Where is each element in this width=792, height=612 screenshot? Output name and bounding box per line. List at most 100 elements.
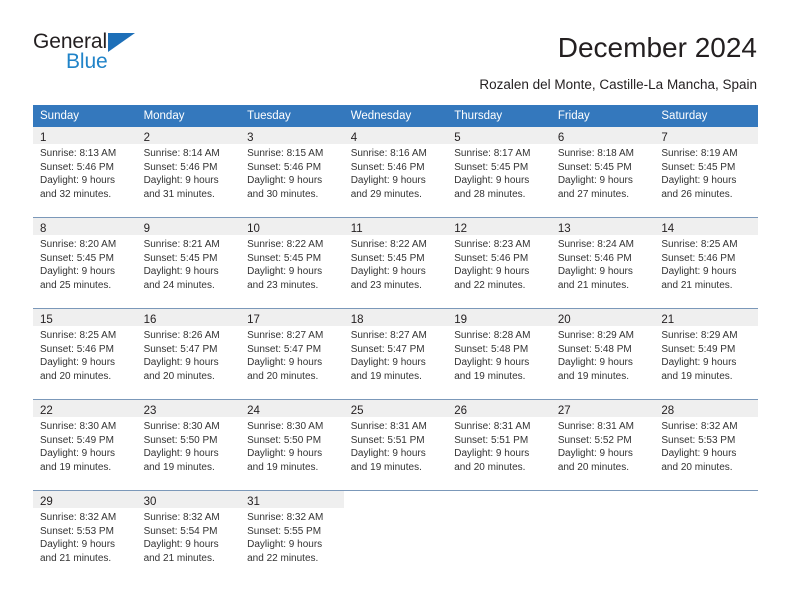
calendar-cell-day-29: 29 Sunrise: 8:32 AM Sunset: 5:53 PM Dayligh… <box>33 490 137 581</box>
empty-day-cell <box>343 491 448 581</box>
daylight-text-line2: and 31 minutes. <box>143 188 215 200</box>
daylight-text-line1: Daylight: 9 hours <box>40 539 116 550</box>
day-number: 12 <box>454 223 468 235</box>
day-cell[interactable]: 13 Sunrise: 8:24 AM Sunset: 5:46 PM Dayligh… <box>550 218 655 308</box>
day-number: 18 <box>350 314 364 326</box>
day-cell[interactable]: 6 Sunrise: 8:18 AM Sunset: 5:45 PM Daylight… <box>550 127 655 217</box>
day-cell[interactable]: 15 Sunrise: 8:25 AM Sunset: 5:46 PM Dayligh… <box>33 309 137 399</box>
daylight-text-line1: Daylight: 9 hours <box>247 448 323 459</box>
calendar-body: 1 Sunrise: 8:13 AM Sunset: 5:46 PM Daylight… <box>33 127 758 581</box>
daylight-text-line1: Daylight: 9 hours <box>661 175 737 186</box>
calendar-cell-day-25: 25 Sunrise: 8:31 AM Sunset: 5:51 PM Dayligh… <box>343 399 448 491</box>
day-cell[interactable]: 31 Sunrise: 8:32 AM Sunset: 5:55 PM Dayligh… <box>240 491 344 581</box>
day-number: 23 <box>143 405 157 417</box>
sunset-text: Sunset: 5:51 PM <box>454 434 529 446</box>
daylight-text-line1: Daylight: 9 hours <box>40 357 116 368</box>
sunset-text: Sunset: 5:47 PM <box>350 343 425 355</box>
calendar-cell-day-17: 17 Sunrise: 8:27 AM Sunset: 5:47 PM Dayligh… <box>240 308 344 400</box>
daylight-text-line2: and 21 minutes. <box>40 552 112 564</box>
daylight-text-line2: and 23 minutes. <box>350 279 422 291</box>
day-cell[interactable]: 30 Sunrise: 8:32 AM Sunset: 5:54 PM Dayligh… <box>136 491 241 581</box>
calendar-cell-day-28: 28 Sunrise: 8:32 AM Sunset: 5:53 PM Dayligh… <box>654 399 758 491</box>
day-number-bar: 26 <box>447 400 551 417</box>
daylight-text-line2: and 19 minutes. <box>454 370 526 382</box>
day-cell[interactable]: 27 Sunrise: 8:31 AM Sunset: 5:52 PM Dayligh… <box>550 400 655 490</box>
day-cell[interactable]: 1 Sunrise: 8:13 AM Sunset: 5:46 PM Daylight… <box>33 127 137 217</box>
daylight-text-line2: and 20 minutes. <box>454 461 526 473</box>
day-number-bar: 3 <box>240 127 344 144</box>
sunset-text: Sunset: 5:53 PM <box>40 525 114 537</box>
day-cell[interactable]: 11 Sunrise: 8:22 AM Sunset: 5:45 PM Dayligh… <box>343 218 448 308</box>
daylight-text-line1: Daylight: 9 hours <box>247 175 323 186</box>
day-cell[interactable]: 20 Sunrise: 8:29 AM Sunset: 5:48 PM Dayligh… <box>550 309 655 399</box>
day-cell[interactable]: 3 Sunrise: 8:15 AM Sunset: 5:46 PM Daylight… <box>240 127 344 217</box>
day-cell[interactable]: 23 Sunrise: 8:30 AM Sunset: 5:50 PM Dayligh… <box>136 400 241 490</box>
day-number: 11 <box>350 223 363 235</box>
day-number-bar: 10 <box>240 218 344 235</box>
day-number: 4 <box>350 132 358 144</box>
day-cell[interactable]: 14 Sunrise: 8:25 AM Sunset: 5:46 PM Dayligh… <box>654 218 758 308</box>
day-cell[interactable]: 10 Sunrise: 8:22 AM Sunset: 5:45 PM Dayligh… <box>240 218 344 308</box>
day-number-bar: 23 <box>136 400 241 417</box>
day-cell[interactable]: 8 Sunrise: 8:20 AM Sunset: 5:45 PM Daylight… <box>33 218 137 308</box>
sunrise-text: Sunrise: 8:32 AM <box>661 421 738 432</box>
daylight-text-line1: Daylight: 9 hours <box>350 266 426 277</box>
daylight-text-line2: and 25 minutes. <box>40 279 112 291</box>
calendar-page: General Blue December 2024 Rozalen del M… <box>0 0 792 612</box>
sunrise-text: Sunrise: 8:18 AM <box>557 148 634 159</box>
day-cell[interactable]: 9 Sunrise: 8:21 AM Sunset: 5:45 PM Daylight… <box>136 218 241 308</box>
calendar-cell-day-27: 27 Sunrise: 8:31 AM Sunset: 5:52 PM Dayligh… <box>550 399 655 491</box>
sunset-text: Sunset: 5:46 PM <box>143 161 218 173</box>
sunrise-text: Sunrise: 8:14 AM <box>143 148 220 159</box>
day-cell[interactable]: 16 Sunrise: 8:26 AM Sunset: 5:47 PM Dayligh… <box>136 309 241 399</box>
day-cell[interactable]: 17 Sunrise: 8:27 AM Sunset: 5:47 PM Dayligh… <box>240 309 344 399</box>
day-cell[interactable]: 2 Sunrise: 8:14 AM Sunset: 5:46 PM Daylight… <box>136 127 241 217</box>
sunrise-text: Sunrise: 8:31 AM <box>557 421 634 432</box>
daylight-text-line2: and 22 minutes. <box>454 279 526 291</box>
day-details: Sunrise: 8:30 AM Sunset: 5:49 PM Daylight:… <box>33 417 137 474</box>
day-cell[interactable]: 4 Sunrise: 8:16 AM Sunset: 5:46 PM Daylight… <box>343 127 448 217</box>
day-number-bar: 14 <box>654 218 758 235</box>
day-cell[interactable]: 28 Sunrise: 8:32 AM Sunset: 5:53 PM Dayligh… <box>654 400 758 490</box>
day-number-bar: 21 <box>654 309 758 326</box>
sunrise-text: Sunrise: 8:29 AM <box>661 330 738 341</box>
daylight-text-line2: and 20 minutes. <box>247 370 319 382</box>
day-cell[interactable]: 5 Sunrise: 8:17 AM Sunset: 5:45 PM Daylight… <box>447 127 551 217</box>
weekday-header-monday: Monday <box>136 105 241 127</box>
calendar-cell-day-6: 6 Sunrise: 8:18 AM Sunset: 5:45 PM Daylight… <box>550 127 655 218</box>
sunset-text: Sunset: 5:45 PM <box>247 252 322 264</box>
day-cell[interactable]: 12 Sunrise: 8:23 AM Sunset: 5:46 PM Dayligh… <box>447 218 551 308</box>
day-details: Sunrise: 8:32 AM Sunset: 5:53 PM Daylight:… <box>33 508 137 565</box>
day-number-bar: 19 <box>447 309 551 326</box>
calendar-week-row: 1 Sunrise: 8:13 AM Sunset: 5:46 PM Daylight… <box>33 127 758 218</box>
day-cell[interactable]: 21 Sunrise: 8:29 AM Sunset: 5:49 PM Dayligh… <box>654 309 758 399</box>
sunrise-text: Sunrise: 8:20 AM <box>40 239 117 250</box>
daylight-text-line2: and 20 minutes. <box>40 370 112 382</box>
sunset-text: Sunset: 5:55 PM <box>247 525 322 537</box>
weekday-header-wednesday: Wednesday <box>343 105 448 127</box>
daylight-text-line1: Daylight: 9 hours <box>454 448 530 459</box>
day-details: Sunrise: 8:13 AM Sunset: 5:46 PM Daylight:… <box>33 144 137 201</box>
day-details: Sunrise: 8:31 AM Sunset: 5:51 PM Daylight:… <box>447 417 551 474</box>
day-cell[interactable]: 18 Sunrise: 8:27 AM Sunset: 5:47 PM Dayligh… <box>343 309 448 399</box>
day-details: Sunrise: 8:29 AM Sunset: 5:49 PM Daylight:… <box>654 326 758 383</box>
day-cell[interactable]: 26 Sunrise: 8:31 AM Sunset: 5:51 PM Dayligh… <box>447 400 551 490</box>
day-number-bar: 7 <box>654 127 758 144</box>
day-cell[interactable]: 24 Sunrise: 8:30 AM Sunset: 5:50 PM Dayligh… <box>240 400 344 490</box>
general-blue-logo[interactable]: General Blue <box>33 30 213 78</box>
day-cell[interactable]: 29 Sunrise: 8:32 AM Sunset: 5:53 PM Dayligh… <box>33 491 137 581</box>
day-details: Sunrise: 8:28 AM Sunset: 5:48 PM Daylight:… <box>447 326 551 383</box>
daylight-text-line2: and 19 minutes. <box>350 370 422 382</box>
day-number-bar: 4 <box>343 127 448 144</box>
sunrise-text: Sunrise: 8:29 AM <box>557 330 634 341</box>
calendar-cell-day-10: 10 Sunrise: 8:22 AM Sunset: 5:45 PM Dayligh… <box>240 217 344 309</box>
daylight-text-line2: and 20 minutes. <box>143 370 215 382</box>
day-cell[interactable]: 7 Sunrise: 8:19 AM Sunset: 5:45 PM Daylight… <box>654 127 758 217</box>
day-cell[interactable]: 25 Sunrise: 8:31 AM Sunset: 5:51 PM Dayligh… <box>343 400 448 490</box>
day-number: 9 <box>143 223 150 235</box>
day-number: 21 <box>661 314 675 326</box>
day-number-bar: 18 <box>343 309 448 326</box>
day-cell[interactable]: 22 Sunrise: 8:30 AM Sunset: 5:49 PM Dayligh… <box>33 400 137 490</box>
day-cell[interactable]: 19 Sunrise: 8:28 AM Sunset: 5:48 PM Dayligh… <box>447 309 551 399</box>
sunrise-text: Sunrise: 8:27 AM <box>350 330 427 341</box>
